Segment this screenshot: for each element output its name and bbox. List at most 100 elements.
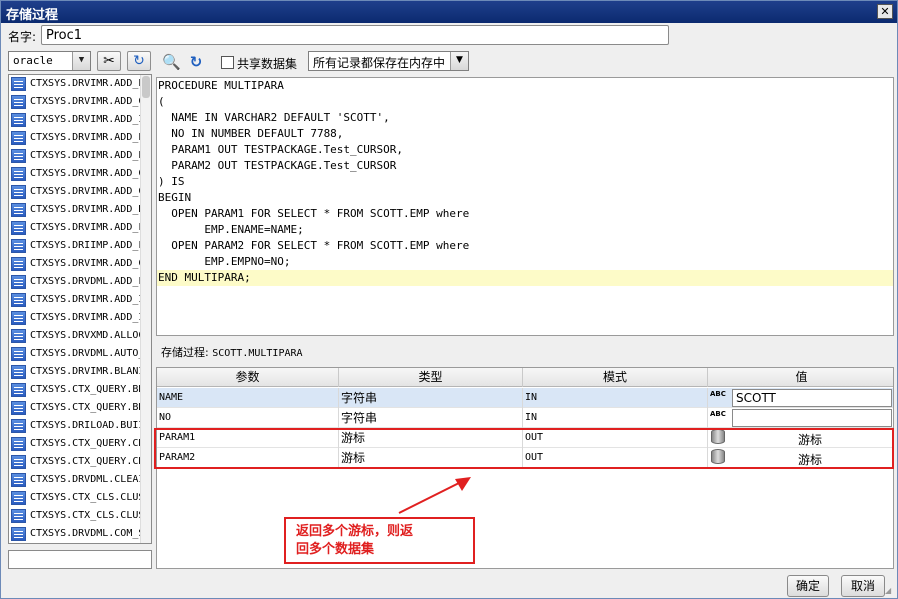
value-input[interactable]: SCOTT	[732, 389, 892, 407]
list-item[interactable]: CTXSYS.DRVIMR.ADD_I	[9, 111, 141, 129]
code-line[interactable]: NO IN NUMBER DEFAULT 7788,	[157, 126, 893, 142]
list-item[interactable]: CTXSYS.DRVDML.ADD_F	[9, 273, 141, 291]
sql-editor[interactable]: PROCEDURE MULTIPARA( NAME IN VARCHAR2 DE…	[156, 77, 894, 336]
list-item[interactable]: CTXSYS.CTX_QUERY.BR	[9, 399, 141, 417]
list-item[interactable]: CTXSYS.DRVDML.CLEAI	[9, 471, 141, 489]
list-item-label: CTXSYS.CTX_QUERY.CR	[30, 456, 141, 467]
schema-combo[interactable]: oracle ▼	[8, 51, 91, 71]
close-button[interactable]: ✕	[877, 4, 893, 19]
name-input[interactable]	[41, 25, 669, 45]
procedure-icon	[11, 347, 26, 361]
procedure-icon	[11, 509, 26, 523]
procedure-icon	[11, 455, 26, 469]
procedure-icon	[11, 95, 26, 109]
code-line[interactable]: OPEN PARAM2 FOR SELECT * FROM SCOTT.EMP …	[157, 238, 893, 254]
preview-button[interactable]: 🔍	[162, 53, 181, 71]
procedure-icon	[11, 527, 26, 541]
memory-mode-value: 所有记录都保存在内存中	[313, 56, 446, 70]
cell-type[interactable]: 字符串	[339, 408, 523, 428]
list-item-label: CTXSYS.DRVIMR.ADD_C	[30, 258, 141, 269]
ok-button[interactable]: 确定	[787, 575, 829, 597]
procedure-icon	[11, 473, 26, 487]
name-label: 名字:	[8, 30, 37, 44]
list-item[interactable]: CTXSYS.DRVIMR.ADD_C	[9, 93, 141, 111]
list-item[interactable]: CTXSYS.DRVIMR.ADD_C	[9, 255, 141, 273]
table-row[interactable]: NO 字符串 IN ABC	[157, 408, 893, 428]
cancel-button[interactable]: 取消	[841, 575, 885, 597]
procedure-icon	[11, 257, 26, 271]
value-input[interactable]	[732, 409, 892, 427]
code-line[interactable]: EMP.EMPNO=NO;	[157, 254, 893, 270]
window-title: 存储过程	[6, 8, 59, 23]
list-item-label: CTXSYS.DRILOAD.BUII	[30, 420, 141, 431]
chevron-down-icon[interactable]: ▼	[450, 52, 468, 70]
list-item[interactable]: CTXSYS.CTX_QUERY.CR	[9, 435, 141, 453]
annotation-callout: 返回多个游标，则返 回多个数据集	[284, 517, 475, 564]
procedure-icon	[11, 239, 26, 253]
table-row[interactable]: NAME 字符串 IN ABC SCOTT	[157, 388, 893, 408]
stored-procedure-dialog: 存储过程 ✕ 名字: oracle ▼ ✂ ↻ 🔍 ↻ 共享数据集 所有记录都保…	[0, 0, 898, 599]
list-item[interactable]: CTXSYS.DRIIMP.ADD_F	[9, 237, 141, 255]
list-item[interactable]: CTXSYS.DRVIMR.ADD_F	[9, 219, 141, 237]
list-item[interactable]: CTXSYS.DRVIMR.ADD_E	[9, 75, 141, 93]
list-item[interactable]: CTXSYS.DRVIMR.ADD_I	[9, 291, 141, 309]
list-item-label: CTXSYS.DRVIMR.ADD_C	[30, 168, 141, 179]
schema-combo-value: oracle	[13, 54, 53, 67]
title-bar: 存储过程 ✕	[1, 1, 897, 23]
code-line[interactable]: OPEN PARAM1 FOR SELECT * FROM SCOTT.EMP …	[157, 206, 893, 222]
list-item[interactable]: CTXSYS.DRVIMR.ADD_E	[9, 147, 141, 165]
list-item[interactable]: CTXSYS.CTX_CLS.CLUS	[9, 489, 141, 507]
list-item[interactable]: CTXSYS.DRVIMR.BLANI	[9, 363, 141, 381]
header-param[interactable]: 参数	[157, 368, 339, 387]
code-line[interactable]: PROCEDURE MULTIPARA	[157, 78, 893, 94]
list-item[interactable]: CTXSYS.DRVIMR.ADD_E	[9, 129, 141, 147]
cell-mode[interactable]: IN	[523, 408, 708, 428]
list-scrollbar[interactable]	[140, 75, 151, 543]
cell-value[interactable]: ABC	[708, 408, 893, 428]
chevron-down-icon[interactable]: ▼	[72, 52, 90, 70]
list-item[interactable]: CTXSYS.CTX_QUERY.CR	[9, 453, 141, 471]
code-line[interactable]: PARAM2 OUT TESTPACKAGE.Test_CURSOR	[157, 158, 893, 174]
procedure-icon	[11, 185, 26, 199]
code-line[interactable]: ) IS	[157, 174, 893, 190]
code-line[interactable]: END MULTIPARA;	[157, 270, 893, 286]
list-item[interactable]: CTXSYS.DRILOAD.BUII	[9, 417, 141, 435]
resize-grip-icon[interactable]: ◢	[885, 586, 895, 596]
procedure-list[interactable]: CTXSYS.DRVIMR.ADD_E CTXSYS.DRVIMR.ADD_C CT…	[8, 74, 152, 544]
code-line[interactable]: NAME IN VARCHAR2 DEFAULT 'SCOTT',	[157, 110, 893, 126]
list-item[interactable]: CTXSYS.DRVIMR.ADD_C	[9, 183, 141, 201]
list-item[interactable]: CTXSYS.DRVXMD.ALLOC	[9, 327, 141, 345]
code-line[interactable]: BEGIN	[157, 190, 893, 206]
list-item[interactable]: CTXSYS.DRVIMR.ADD_I	[9, 309, 141, 327]
cell-type[interactable]: 字符串	[339, 388, 523, 408]
cell-param[interactable]: NAME	[157, 388, 339, 408]
list-item[interactable]: CTXSYS.DRVDML.COM_S	[9, 525, 141, 543]
list-item[interactable]: CTXSYS.DRVIMR.ADD_N	[9, 201, 141, 219]
scroll-thumb[interactable]	[142, 76, 150, 98]
abc-icon[interactable]: ABC	[710, 390, 728, 406]
list-item[interactable]: CTXSYS.CTX_QUERY.BR	[9, 381, 141, 399]
list-item-label: CTXSYS.CTX_CLS.CLUS	[30, 510, 141, 521]
header-type[interactable]: 类型	[339, 368, 523, 387]
list-filter-input[interactable]	[8, 550, 152, 569]
list-item[interactable]: CTXSYS.DRVDML.AUTO_	[9, 345, 141, 363]
refresh-list-button[interactable]: ↻	[127, 51, 151, 71]
code-line[interactable]: (	[157, 94, 893, 110]
memory-mode-combo[interactable]: 所有记录都保存在内存中 ▼	[308, 51, 469, 71]
code-line[interactable]: PARAM1 OUT TESTPACKAGE.Test_CURSOR,	[157, 142, 893, 158]
list-item[interactable]: CTXSYS.DRVIMR.ADD_C	[9, 165, 141, 183]
tools-button[interactable]: ✂	[97, 51, 121, 71]
header-mode[interactable]: 模式	[523, 368, 708, 387]
list-item[interactable]: CTXSYS.CTX_CLS.CLUS	[9, 507, 141, 525]
refresh-button[interactable]: ↻	[187, 53, 205, 71]
list-item-label: CTXSYS.DRIIMP.ADD_F	[30, 240, 141, 251]
list-item-label: CTXSYS.CTX_CLS.CLUS	[30, 492, 141, 503]
cell-param[interactable]: NO	[157, 408, 339, 428]
cell-value[interactable]: ABC SCOTT	[708, 388, 893, 408]
share-dataset-checkbox[interactable]	[221, 56, 234, 69]
cell-mode[interactable]: IN	[523, 388, 708, 408]
abc-icon[interactable]: ABC	[710, 410, 728, 426]
list-item-label: CTXSYS.DRVIMR.ADD_E	[30, 150, 141, 161]
header-value[interactable]: 值	[708, 368, 893, 387]
code-line[interactable]: EMP.ENAME=NAME;	[157, 222, 893, 238]
